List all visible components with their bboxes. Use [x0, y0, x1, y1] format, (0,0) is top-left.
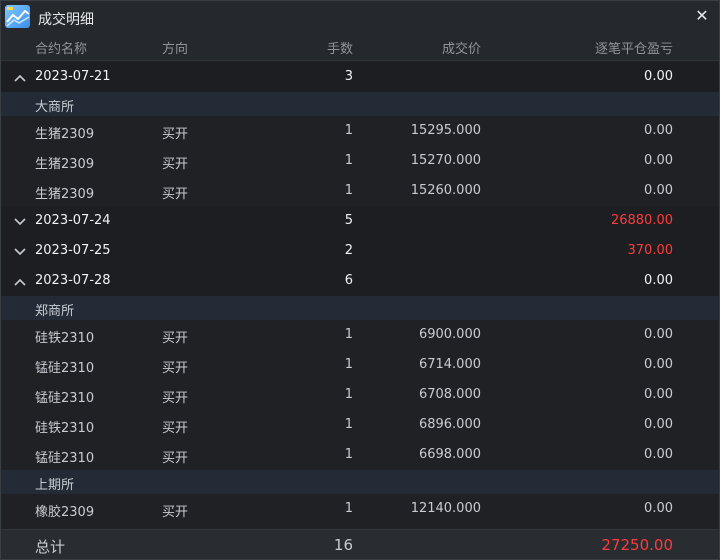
trade-detail-window: 成交明细 ✕ 合约名称 方向 手数 成交价 逐笔平仓盈亏 2023-07-21 3…	[0, 0, 720, 560]
date-group-row[interactable]: 2023-07-28 6 0.00	[1, 266, 719, 296]
trade-price: 6900.000	[418, 327, 481, 342]
exchange-name: 郑商所	[35, 304, 75, 319]
table-row[interactable]: 锰硅2310 买开 1 6698.000 0.00	[1, 440, 719, 470]
trade-direction: 买开	[162, 391, 189, 406]
trade-pnl: 0.00	[644, 357, 673, 372]
trade-qty: 1	[344, 417, 353, 432]
title-bar: 成交明细 ✕	[1, 1, 719, 33]
trade-direction: 买开	[162, 331, 189, 346]
trade-contract: 硅铁2310	[35, 331, 95, 346]
trade-qty: 1	[344, 387, 353, 402]
table-row[interactable]: 硅铁2310 买开 1 6896.000 0.00	[1, 410, 719, 440]
trade-price: 15260.000	[410, 183, 481, 198]
trade-direction: 买开	[162, 361, 189, 376]
trade-contract: 硅铁2310	[35, 421, 95, 436]
trade-contract: 锰硅2310	[35, 361, 95, 376]
group-date: 2023-07-25	[35, 243, 111, 258]
column-header-qty[interactable]: 手数	[293, 38, 353, 57]
date-group-row[interactable]: 2023-07-24 5 26880.00	[1, 206, 719, 236]
group-pnl: 26880.00	[610, 213, 673, 228]
trade-pnl: 0.00	[644, 153, 673, 168]
trade-contract: 橡胶2309	[35, 505, 95, 520]
trade-direction: 买开	[162, 187, 189, 202]
group-qty: 2	[344, 243, 353, 258]
trade-pnl: 0.00	[644, 417, 673, 432]
trade-qty: 1	[344, 183, 353, 198]
total-row: 总计 16 27250.00	[1, 529, 719, 559]
group-pnl: 370.00	[627, 243, 674, 258]
exchange-row: 上期所	[1, 470, 719, 494]
table-row[interactable]: 锰硅2310 买开 1 6714.000 0.00	[1, 350, 719, 380]
trade-contract: 锰硅2310	[35, 391, 95, 406]
total-qty: 16	[333, 536, 353, 554]
chevron-up-icon[interactable]	[13, 276, 27, 286]
trade-direction: 买开	[162, 157, 189, 172]
trade-pnl: 0.00	[644, 123, 673, 138]
close-icon[interactable]: ✕	[693, 7, 711, 25]
column-header-contract[interactable]: 合约名称	[35, 38, 87, 57]
total-label: 总计	[35, 538, 66, 556]
trade-price: 12140.000	[410, 501, 481, 516]
trade-qty: 1	[344, 447, 353, 462]
trade-contract: 生猪2309	[35, 157, 95, 172]
trade-direction: 买开	[162, 421, 189, 436]
trade-pnl: 0.00	[644, 327, 673, 342]
table-row[interactable]: 生猪2309 买开 1 15295.000 0.00	[1, 116, 719, 146]
trade-qty: 1	[344, 153, 353, 168]
trade-qty: 1	[344, 501, 353, 516]
date-group-row[interactable]: 2023-07-25 2 370.00	[1, 236, 719, 266]
trade-qty: 1	[344, 123, 353, 138]
table-row[interactable]: 硅铁2310 买开 1 6900.000 0.00	[1, 320, 719, 350]
table-row[interactable]: 生猪2309 买开 1 15260.000 0.00	[1, 176, 719, 206]
group-pnl: 0.00	[644, 69, 673, 84]
trade-direction: 买开	[162, 505, 189, 520]
exchange-name: 上期所	[35, 478, 75, 493]
table-row[interactable]: 橡胶2309 买开 1 12140.000 0.00	[1, 494, 719, 524]
trade-price: 15270.000	[410, 153, 481, 168]
chevron-down-icon[interactable]	[13, 246, 27, 256]
column-header-price[interactable]: 成交价	[381, 38, 481, 57]
table-header: 合约名称 方向 手数 成交价 逐笔平仓盈亏	[1, 33, 719, 61]
group-date: 2023-07-24	[35, 213, 111, 228]
trade-contract: 生猪2309	[35, 127, 95, 142]
exchange-name: 大商所	[35, 100, 75, 115]
trade-contract: 生猪2309	[35, 187, 95, 202]
table-row[interactable]: 生猪2309 买开 1 15270.000 0.00	[1, 146, 719, 176]
trade-contract: 锰硅2310	[35, 451, 95, 466]
chevron-up-icon[interactable]	[13, 72, 27, 82]
table-row[interactable]: 锰硅2310 买开 1 6708.000 0.00	[1, 380, 719, 410]
window-title: 成交明细	[38, 12, 94, 28]
trade-price: 6714.000	[418, 357, 481, 372]
group-qty: 6	[344, 273, 353, 288]
trade-qty: 1	[344, 327, 353, 342]
group-date: 2023-07-28	[35, 273, 111, 288]
trade-pnl: 0.00	[644, 183, 673, 198]
trade-pnl: 0.00	[644, 501, 673, 516]
exchange-row: 郑商所	[1, 296, 719, 320]
trade-price: 6698.000	[418, 447, 481, 462]
group-pnl: 0.00	[644, 273, 673, 288]
total-pnl: 27250.00	[601, 536, 673, 554]
group-qty: 5	[344, 213, 353, 228]
chart-line-icon	[5, 5, 30, 28]
trade-direction: 买开	[162, 451, 189, 466]
trade-qty: 1	[344, 357, 353, 372]
trade-price: 15295.000	[410, 123, 481, 138]
exchange-row: 大商所	[1, 92, 719, 116]
trade-pnl: 0.00	[644, 387, 673, 402]
group-qty: 3	[344, 69, 353, 84]
trade-price: 6896.000	[418, 417, 481, 432]
trade-price: 6708.000	[418, 387, 481, 402]
trade-pnl: 0.00	[644, 447, 673, 462]
date-group-row[interactable]: 2023-07-21 3 0.00	[1, 62, 719, 92]
trade-table-body: 2023-07-21 3 0.00 大商所生猪2309 买开 1 15295.000 0.00…	[1, 62, 719, 524]
column-header-direction[interactable]: 方向	[162, 38, 188, 57]
chevron-down-icon[interactable]	[13, 216, 27, 226]
column-header-pnl[interactable]: 逐笔平仓盈亏	[553, 38, 673, 57]
group-date: 2023-07-21	[35, 69, 111, 84]
trade-direction: 买开	[162, 127, 189, 142]
